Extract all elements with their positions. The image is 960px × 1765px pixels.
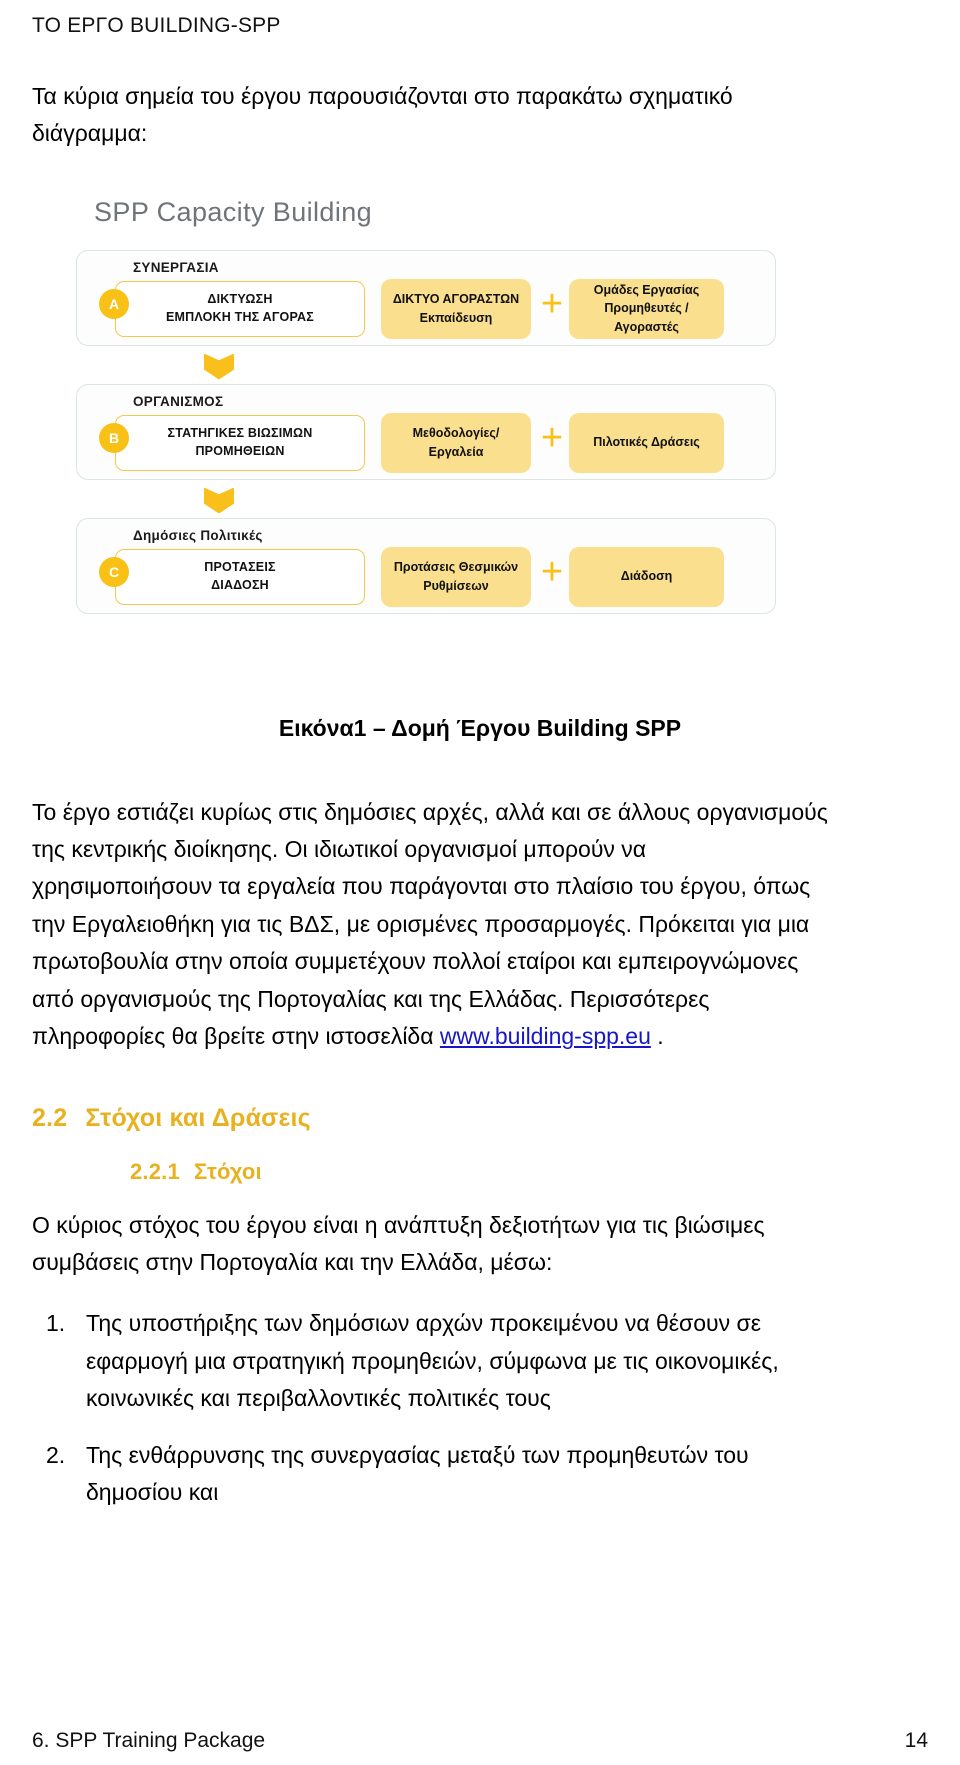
diagram-row-b: ΟΡΓΑΝΙΣΜΟΣ B ΣΤΑΤΗΓΙΚΕΣ ΒΙΩΣΙΜΩΝ ΠΡΟΜΗΘΕ… [76,383,776,480]
row-a-band-label: ΣΥΝΕΡΓΑΣΙΑ [133,259,219,275]
footer-page-number: 14 [904,1729,928,1752]
row-c-left-line-1: ΠΡΟΤΑΣΕΙΣ [204,560,276,575]
section-number-2-2: 2.2 [32,1103,68,1132]
spp-capacity-building-diagram: SPP Capacity Building ΣΥΝΕΡΓΑΣΙΑ A ΔΙΚΤΥ… [76,197,776,614]
goal-2-line-1: Της ενθάρρυνσης της συνεργασίας μεταξύ τ… [86,1442,749,1469]
page-footer: 6. SPP Training Package 14 [32,1729,928,1753]
goal-1-line-3: κοινωνικές και περιβαλλοντικές πολιτικές… [86,1384,551,1411]
goal-2-line-2: δημοσίου και [86,1479,219,1506]
body-line-1: Το έργο εστιάζει κυρίως στις δημόσιες αρ… [32,798,828,825]
row-c-plus-icon: + [540,550,564,593]
body-line-7-prefix: πληροφορίες θα βρείτε στην ιστοσελίδα [32,1023,440,1050]
goal-1-line-1: Της υποστήριξης των δημόσιων αρχών προκε… [86,1310,761,1337]
intro-paragraph: Τα κύρια σημεία του έργου παρουσιάζονται… [32,78,928,153]
intro-line-2: διάγραμμα: [32,120,148,147]
figure-caption: Εικόνα1 – Δομή Έργου Building SPP [278,714,682,741]
row-a-mid-line-1: ΔΙΚΤΥΟ ΑΓΟΡΑΣΤΩΝ [392,292,520,307]
goals-list: 1. Της υποστήριξης των δημόσιων αρχών πρ… [32,1305,928,1511]
subsection-number-2-2-1: 2.2.1 [130,1158,180,1184]
body-line-2: της κεντρικής διοίκησης. Οι ιδιωτικοί ορ… [32,835,647,862]
figure-container: SPP Capacity Building ΣΥΝΕΡΓΑΣΙΑ A ΔΙΚΤΥ… [32,197,928,657]
body-line-6: από οργανισμούς της Πορτογαλίας και της … [32,985,710,1012]
goals-intro-line-2: συμβάσεις στην Πορτογαλία και την Ελλάδα… [32,1249,553,1276]
row-a-left-line-2: ΕΜΠΛΟΚΗ ΤΗΣ ΑΓΟΡΑΣ [165,309,314,324]
row-a-mid-line-2: Εκπαίδευση [419,310,493,325]
row-a-left-box: ΔΙΚΤΥΩΣΗ ΕΜΠΛΟΚΗ ΤΗΣ ΑΓΟΡΑΣ [115,280,365,337]
building-spp-website-link[interactable]: www.building-spp.eu [440,1023,651,1049]
row-c-mid-line-1: Προτάσεις Θεσμικών [393,560,519,575]
subsection-title-2-2-1: Στόχοι [193,1158,262,1184]
row-a-right-line-2: Προμηθευτές / [604,301,689,316]
goals-intro-line-1: Ο κύριος στόχος του έργου είναι η ανάπτυ… [32,1211,765,1238]
row-a-right-line-3: Αγοραστές [614,319,679,334]
row-c-band-label: Δημόσιες Πολιτικές [133,527,263,543]
goal-1-line-2: εφαρμογή μια στρατηγική προμηθειών, σύμφ… [86,1347,779,1374]
row-a-left-line-1: ΔΙΚΤΥΩΣΗ [207,292,273,307]
list-item: 2. Της ενθάρρυνσης της συνεργασίας μεταξ… [32,1437,928,1512]
diagram-row-a: ΣΥΝΕΡΓΑΣΙΑ A ΔΙΚΤΥΩΣΗ ΕΜΠΛΟΚΗ ΤΗΣ ΑΓΟΡΑΣ… [76,249,776,346]
row-a-badge: A [99,288,129,319]
body-line-3: χρησιμοποιήσουν τα εργαλεία που παράγοντ… [32,873,811,900]
chevron-down-icon-a-to-b [204,353,234,380]
row-b-right-box: Πιλοτικές Δράσεις [569,412,724,473]
row-b-left-box: ΣΤΑΤΗΓΙΚΕΣ ΒΙΩΣΙΜΩΝ ΠΡΟΜΗΘΕΙΩΝ [115,414,365,471]
chevron-down-icon-b-to-c [204,487,234,514]
subsection-heading-2-2-1: 2.2.1 Στόχοι [130,1159,928,1185]
goal-2-marker: 2. [46,1442,66,1469]
goal-1-marker: 1. [46,1310,66,1337]
row-b-mid-line-1: Μεθοδολογίες/Εργαλεία [412,426,500,459]
row-c-right-line-1: Διάδοση [620,569,673,584]
diagram-row-c: Δημόσιες Πολιτικές C ΠΡΟΤΑΣΕΙΣ ΔΙΑΔΟΣΗ Π… [76,517,776,614]
list-item: 1. Της υποστήριξης των δημόσιων αρχών πρ… [32,1305,928,1417]
goals-intro-paragraph: Ο κύριος στόχος του έργου είναι η ανάπτυ… [32,1207,928,1282]
intro-line-1: Τα κύρια σημεία του έργου παρουσιάζονται… [32,83,733,109]
section-title-2-2: Στόχοι και Δράσεις [85,1103,311,1132]
row-c-badge: C [99,556,129,587]
diagram-title: SPP Capacity Building [94,196,373,227]
row-c-mid-line-2: Ρυθμίσεων [423,578,489,593]
row-a-mid-box: ΔΙΚΤΥΟ ΑΓΟΡΑΣΤΩΝ Εκπαίδευση [381,278,531,339]
body-paragraph: Το έργο εστιάζει κυρίως στις δημόσιες αρ… [32,794,928,1056]
row-b-right-line-1: Πιλοτικές Δράσεις [593,435,700,450]
running-header: ΤΟ ΕΡΓΟ BUILDING-SPP [32,14,281,37]
row-b-badge: B [99,422,129,453]
row-c-left-box: ΠΡΟΤΑΣΕΙΣ ΔΙΑΔΟΣΗ [115,548,365,605]
row-a-right-line-1: Ομάδες Εργασίας [593,283,700,298]
document-page: ΤΟ ΕΡΓΟ BUILDING-SPP Τα κύρια σημεία του… [0,0,960,1765]
body-line-4: την Εργαλειοθήκη για τις ΒΔΣ, με ορισμέν… [32,910,810,937]
row-b-band-label: ΟΡΓΑΝΙΣΜΟΣ [133,393,224,409]
row-c-mid-box: Προτάσεις Θεσμικών Ρυθμίσεων [381,546,531,607]
row-c-right-box: Διάδοση [569,546,724,607]
row-c-left-line-2: ΔΙΑΔΟΣΗ [211,577,269,592]
body-line-7: πληροφορίες θα βρείτε στην ιστοσελίδα ww… [32,1018,928,1055]
row-b-left-line-2: ΠΡΟΜΗΘΕΙΩΝ [195,443,285,458]
row-b-plus-icon: + [540,416,564,459]
row-a-right-box: Ομάδες Εργασίας Προμηθευτές / Αγοραστές [569,278,724,339]
body-line-7-suffix: . [650,1023,664,1050]
section-heading-2-2: 2.2 Στόχοι και Δράσεις [32,1104,928,1133]
row-b-mid-box: Μεθοδολογίες/Εργαλεία [381,412,531,473]
footer-document-title: 6. SPP Training Package [32,1729,266,1752]
row-a-plus-icon: + [540,282,564,325]
row-b-left-line-1: ΣΤΑΤΗΓΙΚΕΣ ΒΙΩΣΙΜΩΝ [167,426,313,441]
body-line-5: πρωτοβουλία στην οποία συμμετέχουν πολλο… [32,948,799,975]
